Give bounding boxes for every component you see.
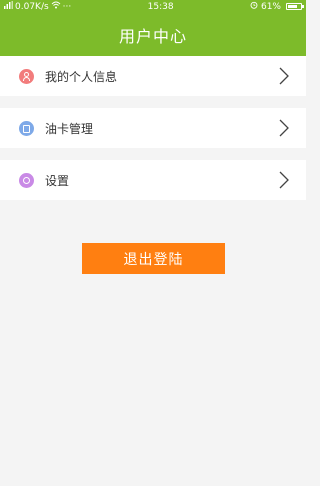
menu-item-fuel-card[interactable]: 油卡管理 — [0, 108, 306, 148]
settings-icon — [19, 172, 34, 188]
alarm-icon — [250, 1, 258, 12]
page-header: 用户中心 — [0, 13, 306, 56]
network-speed: 0.07K/s — [15, 1, 49, 12]
status-time: 15:38 — [147, 1, 174, 12]
fuel-card-icon — [19, 120, 34, 136]
menu-item-settings[interactable]: 设置 — [0, 160, 306, 200]
status-right: 61% — [250, 1, 304, 12]
menu-label-fuel-card: 油卡管理 — [45, 121, 94, 136]
menu-label-personal-info: 我的个人信息 — [45, 69, 118, 84]
menu-item-personal-info[interactable]: 我的个人信息 — [0, 56, 306, 96]
more-notifications: ··· — [62, 1, 72, 12]
status-bar: 0.07K/s ··· 15:38 61% — [0, 0, 306, 13]
signal-icon — [4, 1, 13, 12]
user-info-icon — [19, 68, 34, 84]
chevron-right-icon — [272, 119, 296, 137]
status-left: 0.07K/s ··· — [4, 1, 71, 12]
menu-label-settings: 设置 — [45, 173, 70, 188]
battery-percent: 61% — [260, 1, 281, 12]
logout-button[interactable]: 退出登陆 — [82, 243, 225, 274]
chevron-right-icon — [272, 67, 296, 85]
battery-icon — [286, 3, 304, 10]
wifi-icon — [51, 1, 61, 12]
page-title: 用户中心 — [118, 26, 187, 46]
chevron-right-icon — [272, 171, 296, 189]
